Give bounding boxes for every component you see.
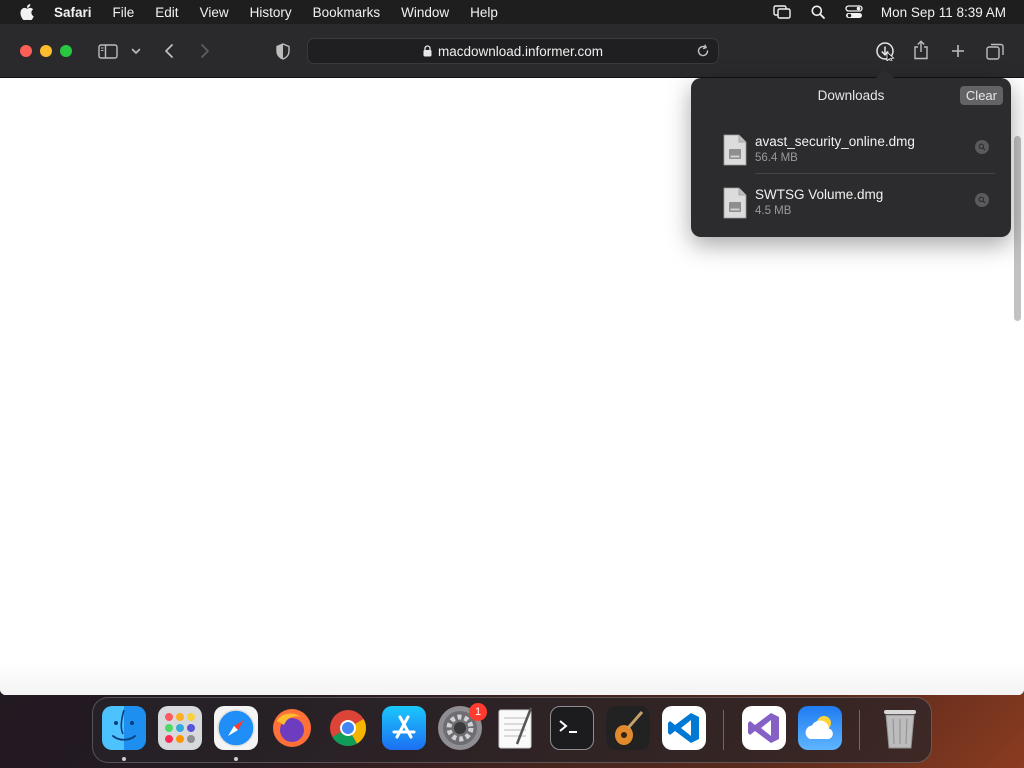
menu-file[interactable]: File [113, 5, 135, 20]
menu-edit[interactable]: Edit [155, 5, 178, 20]
address-bar[interactable]: macdownload.informer.com [307, 38, 719, 64]
content-bottom-shade [0, 661, 1024, 695]
running-indicator [234, 757, 238, 761]
downloads-icon[interactable] [874, 40, 896, 62]
running-indicator [122, 757, 126, 761]
notification-badge: 1 [469, 703, 487, 721]
forward-chevron-icon[interactable] [196, 41, 214, 61]
textedit-icon[interactable] [494, 706, 538, 750]
window-close-button[interactable] [20, 45, 32, 57]
reload-icon[interactable] [696, 44, 710, 58]
download-item[interactable]: avast_security_online.dmg 56.4 MB [691, 130, 1011, 182]
garageband-guitar-icon[interactable] [606, 706, 650, 750]
spotlight-search-icon[interactable] [809, 3, 827, 21]
control-center-icon[interactable] [845, 3, 863, 21]
trash-icon[interactable] [878, 706, 922, 750]
chrome-icon[interactable] [326, 706, 370, 750]
download-file-size: 56.4 MB [755, 152, 798, 164]
back-chevron-icon[interactable] [160, 41, 178, 61]
window-zoom-button[interactable] [60, 45, 72, 57]
tab-overview-icon[interactable] [985, 41, 1005, 61]
firefox-icon[interactable] [270, 706, 314, 750]
disk-image-file-icon [723, 134, 747, 166]
tab-group-chevron-down-icon[interactable] [130, 46, 142, 56]
vertical-scrollbar[interactable] [1014, 136, 1021, 321]
privacy-shield-icon[interactable] [273, 41, 293, 61]
safari-icon[interactable] [214, 706, 258, 750]
dock: 1 [92, 697, 932, 763]
download-item[interactable]: SWTSG Volume.dmg 4.5 MB [691, 183, 1011, 235]
safari-toolbar: macdownload.informer.com [0, 24, 1024, 78]
sidebar-toggle-icon[interactable] [97, 42, 119, 60]
app-store-icon[interactable] [382, 706, 426, 750]
launchpad-icon[interactable] [158, 706, 202, 750]
menu-bar: Safari File Edit View History Bookmarks … [0, 0, 1024, 24]
address-bar-url: macdownload.informer.com [437, 43, 604, 59]
window-minimize-button[interactable] [40, 45, 52, 57]
downloads-popover: Downloads Clear avast_security_online.dm… [691, 69, 1011, 237]
finder-icon[interactable] [102, 706, 146, 750]
new-tab-plus-icon[interactable] [948, 41, 968, 61]
download-file-size: 4.5 MB [755, 205, 792, 217]
download-file-name: avast_security_online.dmg [755, 134, 915, 149]
menu-window[interactable]: Window [401, 5, 449, 20]
visual-studio-code-icon[interactable] [662, 706, 706, 750]
dock-separator [859, 710, 860, 750]
menu-bar-clock[interactable]: Mon Sep 11 8:39 AM [881, 5, 1006, 20]
downloads-divider [755, 173, 995, 174]
apple-menu-icon[interactable] [18, 3, 36, 21]
lock-icon [423, 45, 432, 57]
disk-image-file-icon [723, 187, 747, 219]
dock-separator [723, 710, 724, 750]
menu-help[interactable]: Help [470, 5, 498, 20]
menu-app-name[interactable]: Safari [54, 5, 92, 20]
terminal-icon[interactable] [550, 706, 594, 750]
screen-mirroring-icon[interactable] [773, 3, 791, 21]
download-file-name: SWTSG Volume.dmg [755, 187, 884, 202]
menu-view[interactable]: View [200, 5, 229, 20]
menu-history[interactable]: History [250, 5, 292, 20]
show-in-finder-magnifier-icon[interactable] [975, 140, 989, 154]
clear-downloads-button[interactable]: Clear [959, 86, 1003, 105]
weather-icon[interactable] [798, 706, 842, 750]
share-icon[interactable] [911, 39, 931, 61]
visual-studio-icon[interactable] [742, 706, 786, 750]
show-in-finder-magnifier-icon[interactable] [975, 193, 989, 207]
menu-bookmarks[interactable]: Bookmarks [313, 5, 381, 20]
